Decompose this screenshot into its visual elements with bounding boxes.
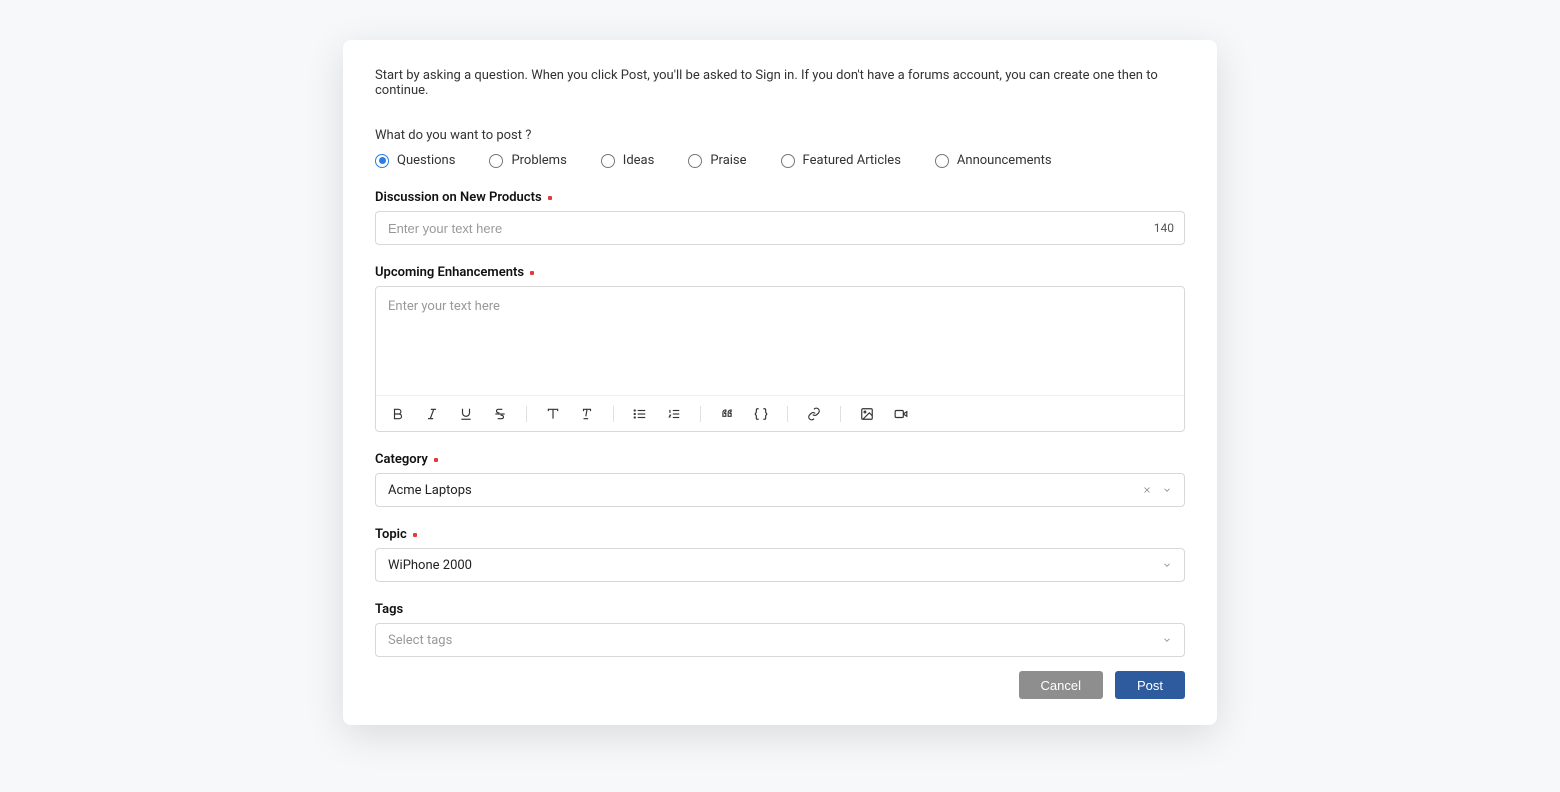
post-type-prompt: What do you want to post ? [375, 128, 1185, 143]
toolbar-separator [526, 406, 527, 422]
title-input-wrapper: 140 [375, 211, 1185, 245]
link-icon[interactable] [806, 406, 822, 422]
font-size-icon[interactable] [545, 406, 561, 422]
radio-questions[interactable]: Questions [375, 153, 455, 168]
radio-label: Announcements [957, 153, 1052, 168]
tags-label-text: Tags [375, 602, 403, 617]
cancel-button[interactable]: Cancel [1019, 671, 1103, 699]
tags-placeholder: Select tags [388, 633, 452, 648]
chevron-down-icon [1162, 635, 1172, 645]
radio-circle-icon [489, 154, 503, 168]
title-label: Discussion on New Products [375, 190, 1185, 205]
topic-label-text: Topic [375, 527, 407, 542]
category-value: Acme Laptops [388, 483, 472, 498]
chevron-down-icon [1162, 560, 1172, 570]
video-icon[interactable] [893, 406, 909, 422]
body-textarea[interactable]: Enter your text here [376, 287, 1184, 395]
radio-label: Featured Articles [803, 153, 901, 168]
topic-select[interactable]: WiPhone 2000 [375, 548, 1185, 582]
code-block-icon[interactable] [753, 406, 769, 422]
radio-announcements[interactable]: Announcements [935, 153, 1052, 168]
post-button[interactable]: Post [1115, 671, 1185, 699]
radio-circle-icon [688, 154, 702, 168]
image-icon[interactable] [859, 406, 875, 422]
radio-label: Questions [397, 153, 455, 168]
radio-label: Ideas [623, 153, 655, 168]
required-indicator-icon [530, 271, 534, 275]
title-label-text: Discussion on New Products [375, 190, 542, 205]
toolbar-separator [700, 406, 701, 422]
radio-featured-articles[interactable]: Featured Articles [781, 153, 901, 168]
body-label-text: Upcoming Enhancements [375, 265, 524, 280]
toolbar-separator [840, 406, 841, 422]
chevron-down-icon [1162, 485, 1172, 495]
unordered-list-icon[interactable] [632, 406, 648, 422]
title-input[interactable] [388, 221, 1172, 236]
toolbar-separator [613, 406, 614, 422]
title-char-count: 140 [1154, 221, 1174, 235]
tags-select[interactable]: Select tags [375, 623, 1185, 657]
radio-circle-icon [601, 154, 615, 168]
radio-circle-icon [375, 154, 389, 168]
clear-format-icon[interactable] [579, 406, 595, 422]
body-editor: Enter your text here [375, 286, 1185, 432]
radio-label: Praise [710, 153, 746, 168]
radio-problems[interactable]: Problems [489, 153, 566, 168]
radio-circle-icon [781, 154, 795, 168]
tags-label: Tags [375, 602, 1185, 617]
ordered-list-icon[interactable] [666, 406, 682, 422]
radio-ideas[interactable]: Ideas [601, 153, 655, 168]
radio-circle-icon [935, 154, 949, 168]
clear-icon[interactable] [1142, 485, 1152, 495]
strikethrough-icon[interactable] [492, 406, 508, 422]
body-label: Upcoming Enhancements [375, 265, 1185, 280]
editor-toolbar [376, 395, 1184, 431]
category-label: Category [375, 452, 1185, 467]
post-type-radio-group: Questions Problems Ideas Praise Featured… [375, 153, 1185, 168]
radio-label: Problems [511, 153, 566, 168]
toolbar-separator [787, 406, 788, 422]
radio-praise[interactable]: Praise [688, 153, 746, 168]
category-select[interactable]: Acme Laptops [375, 473, 1185, 507]
underline-icon[interactable] [458, 406, 474, 422]
intro-text: Start by asking a question. When you cli… [375, 68, 1185, 98]
quote-icon[interactable] [719, 406, 735, 422]
topic-value: WiPhone 2000 [388, 558, 472, 573]
required-indicator-icon [434, 458, 438, 462]
bold-icon[interactable] [390, 406, 406, 422]
italic-icon[interactable] [424, 406, 440, 422]
required-indicator-icon [413, 533, 417, 537]
topic-label: Topic [375, 527, 1185, 542]
form-footer: Cancel Post [375, 671, 1185, 699]
category-label-text: Category [375, 452, 428, 467]
post-form-card: Start by asking a question. When you cli… [343, 40, 1217, 725]
required-indicator-icon [548, 196, 552, 200]
